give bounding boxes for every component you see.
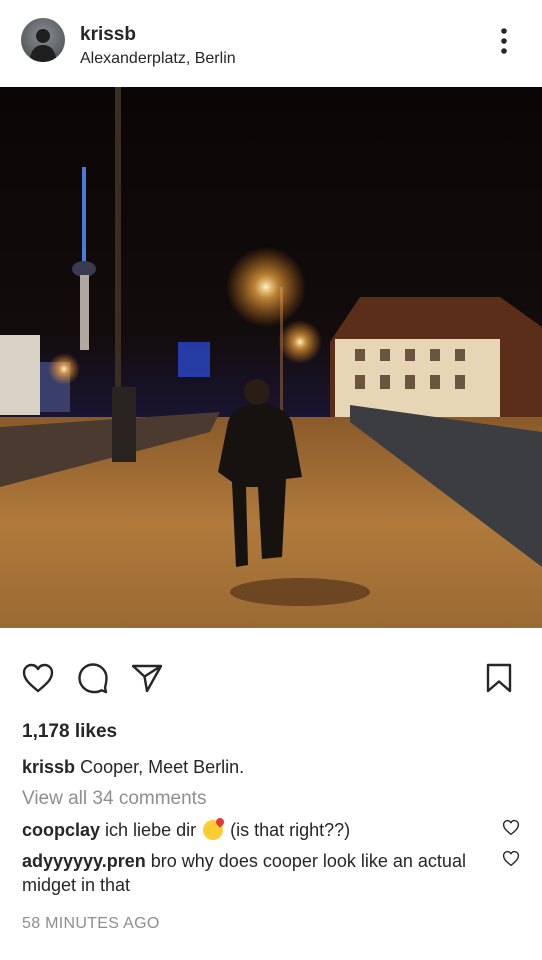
post-timestamp: 58 MINUTES AGO [22, 915, 160, 932]
likes-count[interactable]: 1,178 likes [22, 721, 117, 743]
post-photo[interactable] [0, 87, 542, 628]
comment-text: ich liebe dir [105, 820, 197, 840]
comment-item: adyyyyyy.pren bro why does cooper look l… [22, 849, 472, 897]
kissing-face-with-heart-emoji [203, 820, 224, 840]
post-header: krissb Alexanderplatz, Berlin [0, 0, 542, 86]
comment-text-continued: (is that right??) [230, 820, 351, 840]
heart-icon[interactable] [21, 662, 55, 699]
post-username[interactable]: krissb [80, 24, 136, 46]
comment-username[interactable]: adyyyyyy.pren [22, 851, 146, 871]
view-all-comments-link[interactable]: View all 34 comments [22, 788, 206, 810]
bookmark-icon[interactable] [484, 662, 514, 699]
comment-like-heart-icon[interactable] [502, 819, 520, 841]
comment-icon[interactable] [76, 662, 110, 699]
post-caption: krissb Cooper, Meet Berlin. [22, 757, 244, 778]
comment-item: coopclay ich liebe dir (is that right??) [22, 818, 472, 842]
caption-text: Cooper, Meet Berlin. [80, 757, 245, 777]
comment-like-heart-icon[interactable] [502, 850, 520, 872]
post-location[interactable]: Alexanderplatz, Berlin [80, 50, 236, 68]
share-icon[interactable] [130, 662, 164, 699]
comment-username[interactable]: coopclay [22, 820, 100, 840]
more-options-icon[interactable] [492, 26, 516, 56]
avatar[interactable] [21, 18, 65, 62]
caption-username[interactable]: krissb [22, 757, 75, 777]
